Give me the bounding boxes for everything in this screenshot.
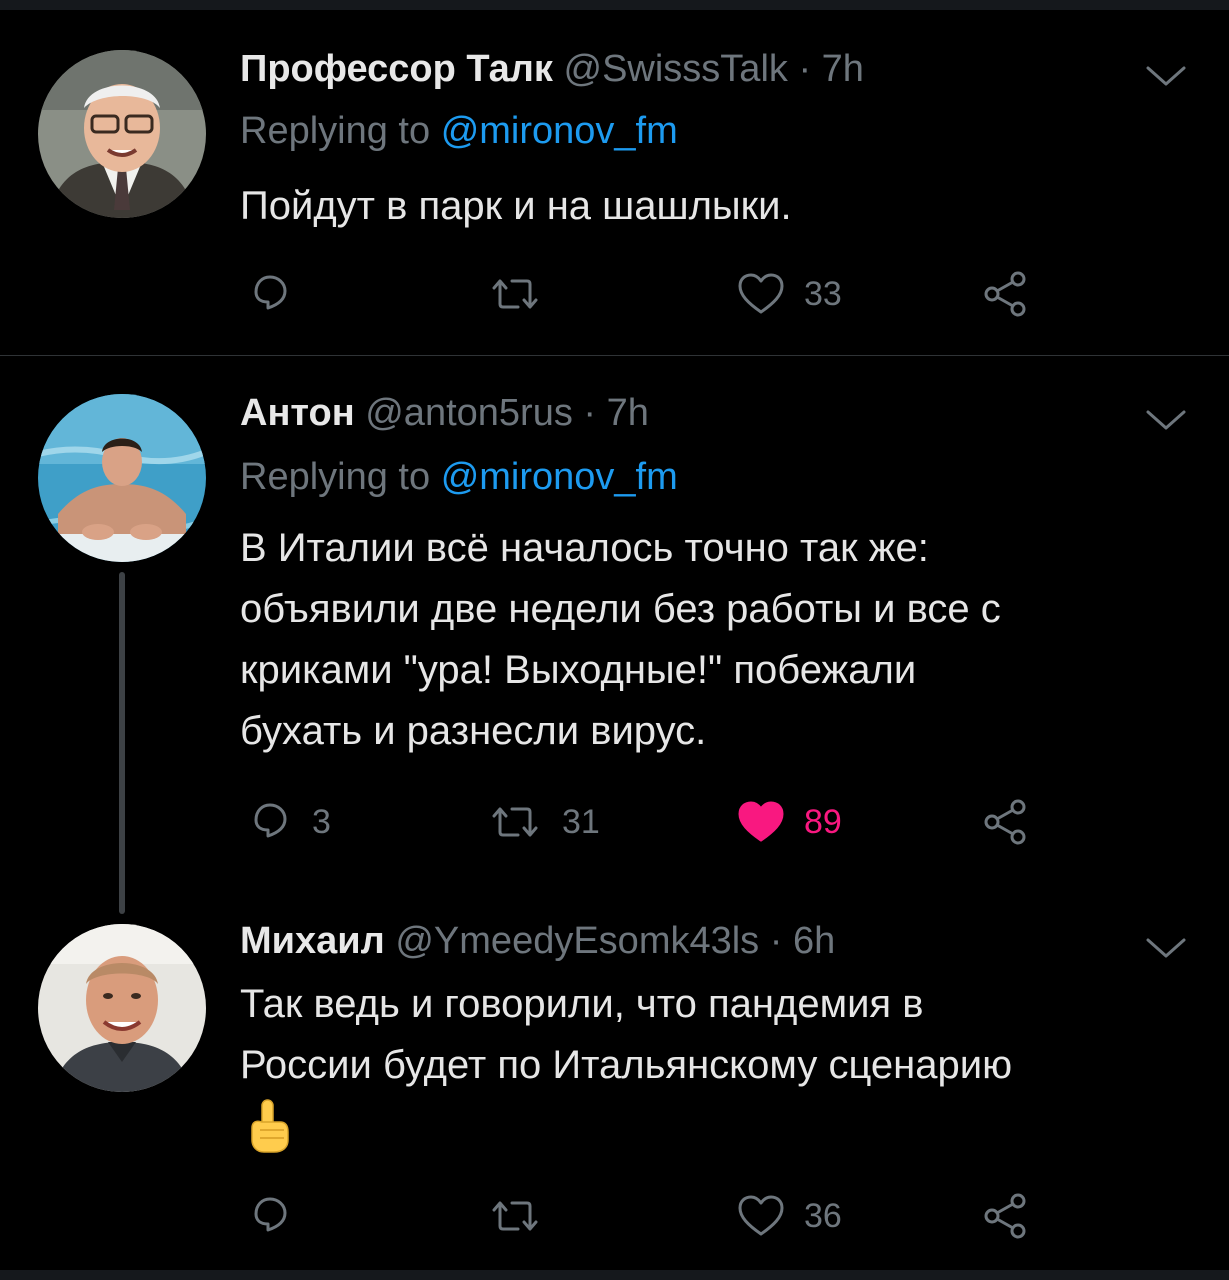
avatar[interactable]	[38, 394, 206, 562]
reply-icon	[254, 1197, 287, 1232]
tweet-text-line: России будет по Итальянскому сценарию	[240, 1043, 1013, 1087]
bottom-border	[0, 1270, 1229, 1280]
tweet-text-line: криками "ура! Выходные!" побежали	[240, 648, 917, 692]
retweet-count: 31	[562, 802, 600, 841]
separator: ·	[583, 392, 597, 434]
timestamp[interactable]: 6h	[793, 920, 835, 962]
tweet-text-line: В Италии всё началось точно так же:	[240, 526, 929, 570]
tweet-actions: 36	[240, 1186, 1040, 1246]
divider	[0, 355, 1229, 356]
author-handle[interactable]: @anton5rus	[365, 392, 573, 434]
like-count: 89	[804, 802, 842, 841]
author-name[interactable]: Антон	[240, 392, 355, 434]
author-handle[interactable]: @SwisssTalk	[564, 48, 788, 90]
heart-icon	[738, 1195, 784, 1236]
reply-button[interactable]	[246, 1186, 312, 1246]
chevron-down-icon[interactable]	[1144, 60, 1188, 90]
share-icon	[984, 1193, 1026, 1239]
tweet-text: В Италии всё началось точно так же: объя…	[240, 518, 1180, 762]
like-button[interactable]: 89	[736, 792, 842, 852]
retweet-icon	[492, 1201, 538, 1231]
replying-to: Replying to @mironov_fm	[240, 454, 678, 500]
tweet-text: Пойдут в парк и на шашлыки.	[240, 176, 1180, 237]
tweet-header: Профессор Талк @SwisssTalk · 7h	[240, 46, 864, 92]
like-count: 36	[804, 1196, 842, 1235]
separator: ·	[769, 920, 783, 962]
tweet-header: Михаил @YmeedyEsomk43ls · 6h	[240, 918, 835, 964]
retweet-button[interactable]: 31	[486, 792, 600, 852]
like-count: 33	[804, 274, 842, 313]
reply-icon	[254, 803, 287, 838]
mention-link[interactable]: @mironov_fm	[441, 456, 678, 498]
tweet-text-line: объявили две недели без работы и все с	[240, 587, 1001, 631]
share-button[interactable]	[980, 792, 1030, 852]
like-button[interactable]: 36	[736, 1186, 842, 1246]
chevron-down-icon[interactable]	[1144, 404, 1188, 434]
reply-button[interactable]	[246, 264, 312, 324]
timestamp[interactable]: 7h	[822, 48, 864, 90]
tweet-text-line: бухать и разнесли вирус.	[240, 709, 707, 753]
reply-icon	[254, 275, 287, 310]
tweet-header: Антон @anton5rus · 7h	[240, 390, 649, 436]
heart-icon	[738, 801, 784, 842]
share-icon	[984, 799, 1026, 845]
heart-icon	[738, 273, 784, 314]
share-button[interactable]	[980, 264, 1030, 324]
reply-count: 3	[312, 802, 331, 841]
thread-line	[119, 572, 125, 914]
mention-link[interactable]: @mironov_fm	[441, 110, 678, 152]
tweet-text-line: Пойдут в парк и на шашлыки.	[240, 184, 792, 228]
avatar[interactable]	[38, 924, 206, 1092]
replying-prefix: Replying to	[240, 110, 431, 152]
tweet-text-line: Так ведь и говорили, что пандемия в	[240, 982, 924, 1026]
retweet-button[interactable]	[486, 1186, 562, 1246]
replying-to: Replying to @mironov_fm	[240, 108, 678, 154]
avatar[interactable]	[38, 50, 206, 218]
retweet-icon	[492, 279, 538, 309]
tweet-text: Так ведь и говорили, что пандемия в Росс…	[240, 974, 1180, 1096]
share-icon	[984, 271, 1026, 317]
reply-button[interactable]: 3	[246, 792, 331, 852]
timestamp[interactable]: 7h	[607, 392, 649, 434]
top-border	[0, 0, 1229, 10]
point-up-emoji	[251, 1099, 289, 1153]
author-name[interactable]: Михаил	[240, 920, 385, 962]
author-name[interactable]: Профессор Талк	[240, 48, 553, 90]
author-handle[interactable]: @YmeedyEsomk43ls	[395, 920, 759, 962]
share-button[interactable]	[980, 1186, 1030, 1246]
like-button[interactable]: 33	[736, 264, 842, 324]
retweet-button[interactable]	[486, 264, 562, 324]
separator: ·	[798, 48, 812, 90]
retweet-icon	[492, 807, 538, 837]
tweet-actions: 33	[240, 264, 1040, 324]
chevron-down-icon[interactable]	[1144, 932, 1188, 962]
tweet-actions: 3 31 89	[240, 792, 1040, 852]
replying-prefix: Replying to	[240, 456, 431, 498]
